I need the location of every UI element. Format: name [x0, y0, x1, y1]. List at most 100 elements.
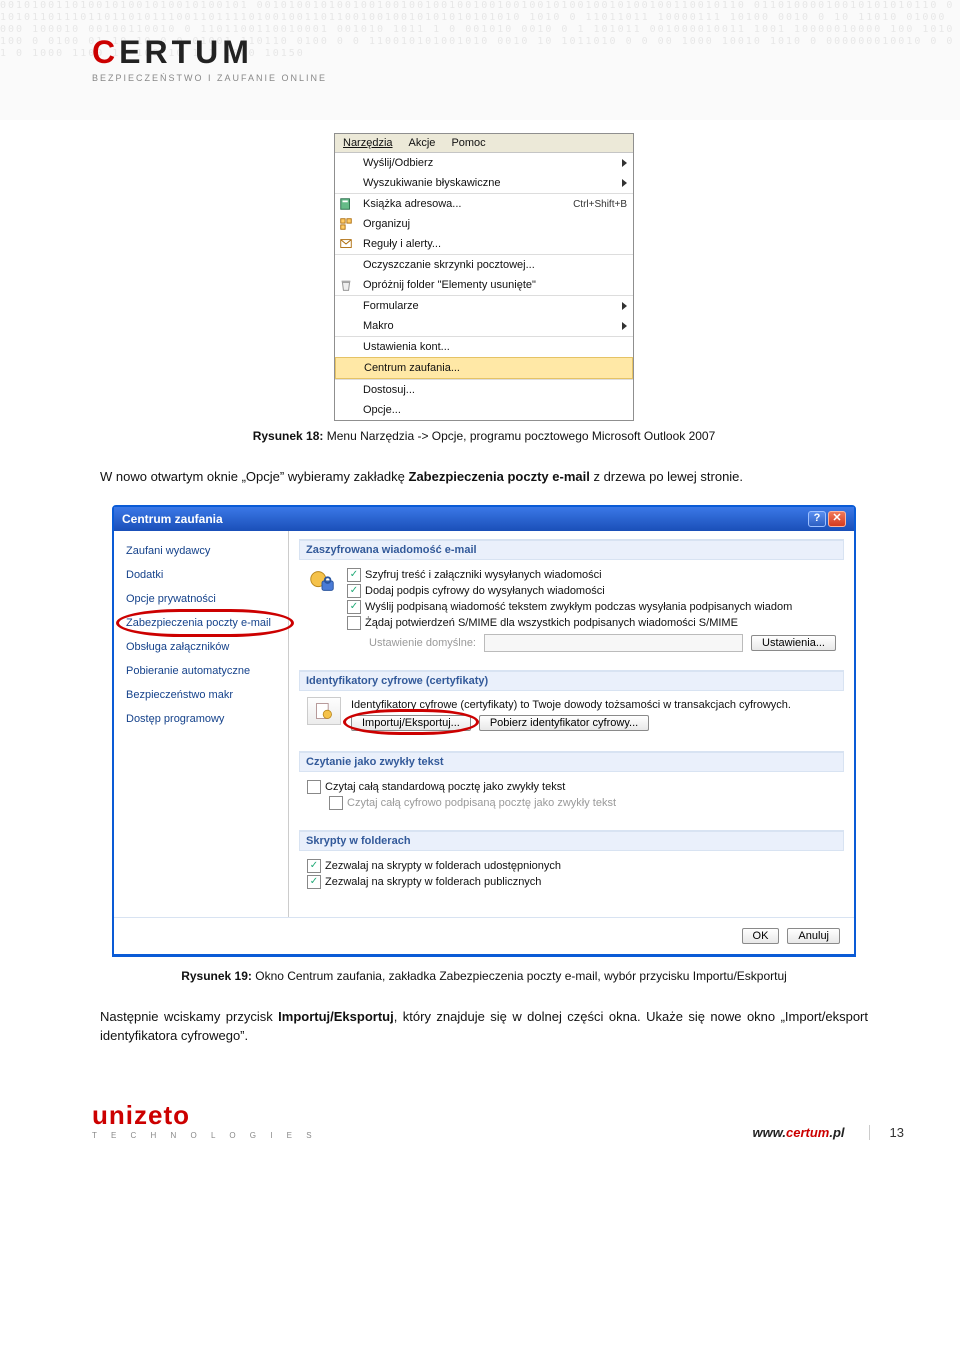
trash-icon — [339, 278, 359, 292]
menu-item-organize[interactable]: Organizuj — [335, 214, 633, 234]
page-number: 13 — [869, 1125, 904, 1140]
menu-item-address-book[interactable]: Książka adresowa... Ctrl+Shift+B — [335, 193, 633, 214]
menu-item-options[interactable]: Opcje... — [335, 400, 633, 420]
certum-tagline: BEZPIECZEŃSTWO I ZAUFANIE ONLINE — [92, 73, 960, 83]
menu-item-send-receive[interactable]: Wyślij/Odbierz — [335, 153, 633, 173]
menu-item-instant-search[interactable]: Wyszukiwanie błyskawiczne — [335, 173, 633, 193]
menu-item-trust-center[interactable]: Centrum zaufania... — [335, 357, 633, 379]
blank-icon — [339, 156, 359, 170]
blank-icon — [339, 299, 359, 313]
caption-text: Menu Narzędzia -> Opcje, programu poczto… — [327, 429, 716, 443]
paragraph-2: Następnie wciskamy przycisk Importuj/Eks… — [100, 1007, 868, 1046]
paragraph-1: W nowo otwartym oknie „Opcje” wybieramy … — [100, 467, 868, 487]
dialog-nav: Zaufani wydawcy Dodatki Opcje prywatnośc… — [114, 531, 289, 917]
blank-icon — [339, 319, 359, 333]
chk-sign[interactable]: Dodaj podpis cyfrowy do wysyłanych wiado… — [347, 584, 836, 598]
submenu-arrow-icon — [622, 322, 627, 330]
menu-item-forms[interactable]: Formularze — [335, 295, 633, 316]
chk-read-signed-plain: Czytaj całą cyfrowo podpisaną pocztę jak… — [329, 796, 836, 810]
dialog-title: Centrum zaufania — [122, 512, 223, 526]
checkbox-icon — [347, 616, 361, 630]
group-header: Skrypty w folderach — [299, 831, 844, 851]
group-encrypted-email: Zaszyfrowana wiadomość e-mail Szyfruj tr… — [299, 539, 844, 660]
blank-icon — [339, 383, 359, 397]
default-setting-label: Ustawienie domyślne: — [369, 637, 476, 649]
certum-logo-c: C — [92, 34, 119, 70]
submenu-arrow-icon — [622, 302, 627, 310]
nav-attachments[interactable]: Obsługa załączników — [114, 635, 288, 659]
menubar-actions[interactable]: Akcje — [409, 137, 436, 149]
import-export-button[interactable]: Importuj/Eksportuj... — [351, 715, 471, 731]
checkbox-icon — [307, 875, 321, 889]
page-header: CERTUM BEZPIECZEŃSTWO I ZAUFANIE ONLINE — [0, 24, 960, 93]
group-header: Identyfikatory cyfrowe (certyfikaty) — [299, 671, 844, 691]
checkbox-icon — [307, 859, 321, 873]
menu-item-account-settings[interactable]: Ustawienia kont... — [335, 336, 633, 357]
checkbox-icon — [307, 780, 321, 794]
trust-center-dialog: Centrum zaufania ? ✕ Zaufani wydawcy Dod… — [112, 505, 856, 957]
caption-label: Rysunek 19: — [181, 969, 255, 983]
caption-label: Rysunek 18: — [253, 429, 327, 443]
cancel-button[interactable]: Anuluj — [787, 928, 840, 944]
nav-privacy-options[interactable]: Opcje prywatności — [114, 587, 288, 611]
menu-item-macro[interactable]: Makro — [335, 316, 633, 336]
close-button[interactable]: ✕ — [828, 511, 846, 527]
submenu-arrow-icon — [622, 179, 627, 187]
blank-icon — [339, 258, 359, 272]
outlook-menu: Narzędzia Akcje Pomoc Wyślij/Odbierz Wys… — [334, 133, 634, 421]
certificate-icon — [307, 697, 341, 725]
blank-icon — [340, 361, 360, 375]
dialog-main: Zaszyfrowana wiadomość e-mail Szyfruj tr… — [289, 531, 854, 917]
figure-19-caption: Rysunek 19: Okno Centrum zaufania, zakła… — [100, 969, 868, 983]
checkbox-icon — [347, 600, 361, 614]
chk-read-plain[interactable]: Czytaj całą standardową pocztę jako zwyk… — [307, 780, 836, 794]
outlook-menubar: Narzędzia Akcje Pomoc — [335, 134, 633, 153]
ok-button[interactable]: OK — [742, 928, 780, 944]
menu-item-mailbox-cleanup[interactable]: Oczyszczanie skrzynki pocztowej... — [335, 254, 633, 275]
submenu-arrow-icon — [622, 159, 627, 167]
help-button[interactable]: ? — [808, 511, 826, 527]
book-icon — [339, 197, 359, 211]
get-digital-id-button[interactable]: Pobierz identyfikator cyfrowy... — [479, 715, 649, 731]
unizeto-tagline: T E C H N O L O G I E S — [92, 1131, 318, 1140]
digital-ids-desc: Identyfikatory cyfrowe (certyfikaty) to … — [351, 699, 836, 711]
menu-item-customize[interactable]: Dostosuj... — [335, 379, 633, 400]
group-digital-ids: Identyfikatory cyfrowe (certyfikaty) Ide… — [299, 670, 844, 741]
dialog-footer: OK Anuluj — [114, 917, 854, 954]
group-folder-scripts: Skrypty w folderach Zezwalaj na skrypty … — [299, 830, 844, 899]
page-footer: unizeto T E C H N O L O G I E S www.cert… — [0, 1064, 960, 1156]
default-setting-dropdown[interactable] — [484, 634, 743, 652]
certum-logo: CERTUM — [92, 34, 960, 71]
settings-button[interactable]: Ustawienia... — [751, 635, 836, 651]
menubar-tools[interactable]: Narzędzia — [343, 137, 393, 149]
group-header: Zaszyfrowana wiadomość e-mail — [299, 540, 844, 560]
menu-item-empty-deleted[interactable]: Opróżnij folder "Elementy usunięte" — [335, 275, 633, 295]
caption-text: Okno Centrum zaufania, zakładka Zabezpie… — [255, 969, 787, 983]
chk-smime-receipt[interactable]: Żądaj potwierdzeń S/MIME dla wszystkich … — [347, 616, 836, 630]
group-header: Czytanie jako zwykły tekst — [299, 752, 844, 772]
nav-programmatic-access[interactable]: Dostęp programowy — [114, 707, 288, 731]
unizeto-logo: unizeto T E C H N O L O G I E S — [92, 1100, 318, 1140]
organize-icon — [339, 217, 359, 231]
nav-trusted-publishers[interactable]: Zaufani wydawcy — [114, 539, 288, 563]
dialog-titlebar: Centrum zaufania ? ✕ — [114, 507, 854, 531]
blank-icon — [339, 403, 359, 417]
group-read-plain: Czytanie jako zwykły tekst Czytaj całą s… — [299, 751, 844, 820]
nav-macro-security[interactable]: Bezpieczeństwo makr — [114, 683, 288, 707]
nav-email-security[interactable]: Zabezpieczenia poczty e-mail — [114, 611, 288, 635]
menu-item-rules-alerts[interactable]: Reguły i alerty... — [335, 234, 633, 254]
nav-addins[interactable]: Dodatki — [114, 563, 288, 587]
rules-icon — [339, 237, 359, 251]
outlook-menu-items: Wyślij/Odbierz Wyszukiwanie błyskawiczne… — [335, 153, 633, 420]
figure-18-caption: Rysunek 18: Menu Narzędzia -> Opcje, pro… — [100, 429, 868, 443]
chk-public-scripts[interactable]: Zezwalaj na skrypty w folderach publiczn… — [307, 875, 836, 889]
blank-icon — [339, 176, 359, 190]
nav-auto-download[interactable]: Pobieranie automatyczne — [114, 659, 288, 683]
chk-shared-scripts[interactable]: Zezwalaj na skrypty w folderach udostępn… — [307, 859, 836, 873]
checkbox-icon — [329, 796, 343, 810]
lock-icon — [307, 566, 337, 596]
chk-cleartext[interactable]: Wyślij podpisaną wiadomość tekstem zwykł… — [347, 600, 836, 614]
menubar-help[interactable]: Pomoc — [451, 137, 485, 149]
chk-encrypt[interactable]: Szyfruj treść i załączniki wysyłanych wi… — [347, 568, 836, 582]
checkbox-icon — [347, 568, 361, 582]
